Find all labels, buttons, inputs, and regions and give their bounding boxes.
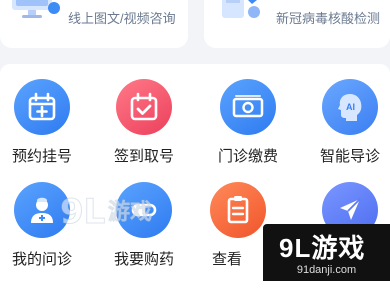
pill-icon <box>116 182 172 238</box>
covid-test-icon <box>222 0 260 18</box>
online-consult-label: 线上图文/视频咨询 <box>68 11 176 26</box>
grid-item-buy-medicine[interactable]: 我要购药 <box>96 182 192 269</box>
grid-item-checkin[interactable]: 签到取号 <box>96 79 192 166</box>
grid-item-my-consult[interactable]: 我的问诊 <box>0 182 90 269</box>
grid-item-label: 我的问诊 <box>11 251 72 268</box>
grid-item-label: 预约挂号 <box>11 148 72 165</box>
calendar-plus-icon <box>14 79 70 135</box>
consult-icon <box>12 0 60 18</box>
brand-url: 91danji.com <box>296 264 357 276</box>
brand-name: 9L游戏 <box>279 233 366 263</box>
grid-item-appointment[interactable]: 预约挂号 <box>0 79 90 166</box>
online-consult-card[interactable]: 线上图文/视频咨询 <box>0 0 188 48</box>
covid-test-card[interactable]: 新冠病毒核酸检测 <box>204 0 390 48</box>
brand-watermark: 9L游戏 91danji.com <box>263 224 390 281</box>
clipboard-icon <box>210 182 266 238</box>
ai-head-icon: AI <box>322 79 378 135</box>
grid-item-smart-guide[interactable]: AI 智能导诊 <box>302 79 390 166</box>
covid-test-label: 新冠病毒核酸检测 <box>276 11 381 26</box>
grid-item-label: 我要购药 <box>113 251 174 268</box>
svg-text:AI: AI <box>346 102 355 112</box>
grid-item-label: 门诊缴费 <box>217 148 278 165</box>
grid-item-label: 智能导诊 <box>319 148 380 165</box>
doctor-icon <box>14 182 70 238</box>
calendar-check-icon <box>116 79 172 135</box>
grid-item-payment[interactable]: 门诊缴费 <box>200 79 296 166</box>
money-icon <box>220 79 276 135</box>
grid-item-label: 签到取号 <box>113 148 174 165</box>
